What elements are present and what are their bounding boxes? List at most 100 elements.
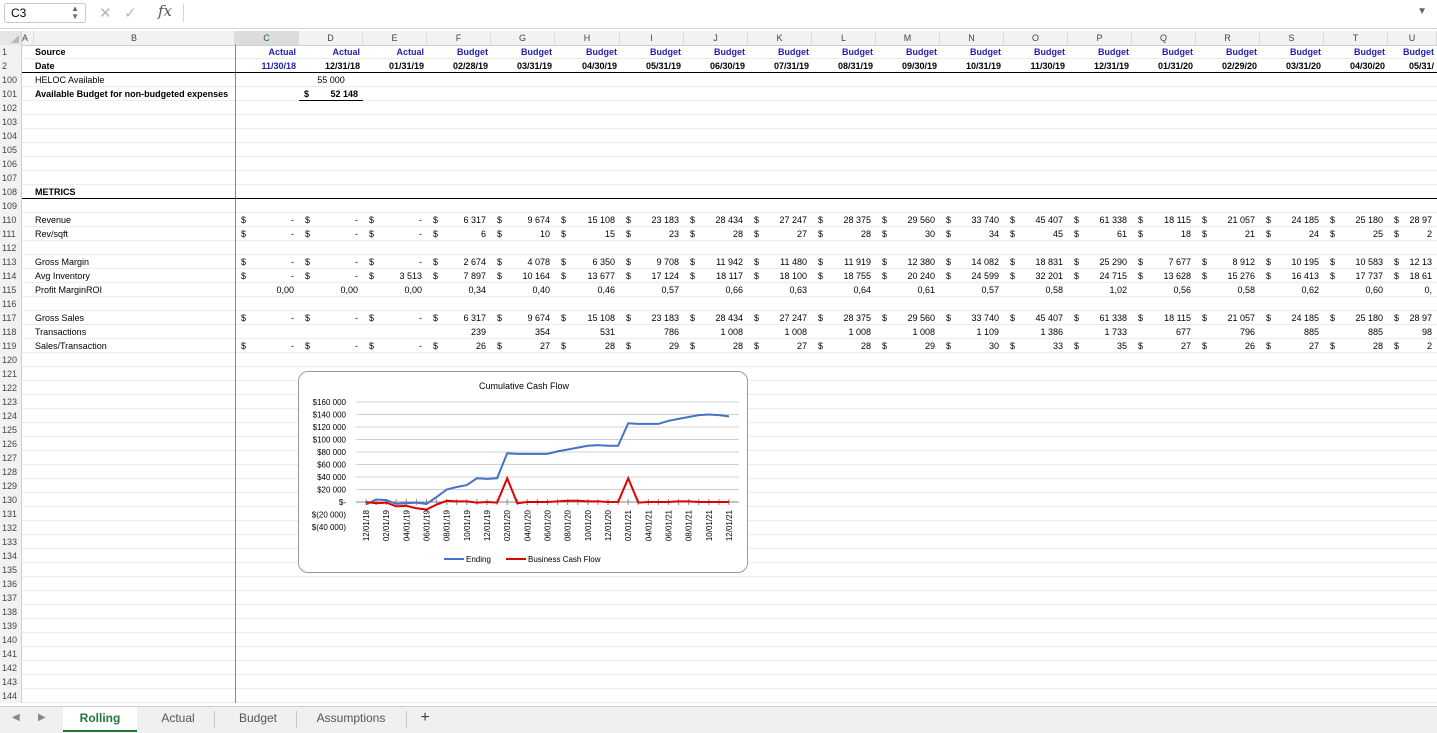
column-header-n[interactable]: N [940,31,1004,45]
row-header[interactable]: 137 [0,591,22,605]
column-header-a[interactable]: A [22,31,34,45]
add-sheet-button[interactable]: + [412,707,438,732]
fx-icon[interactable]: fx [158,2,172,20]
row-header[interactable]: 126 [0,437,22,451]
row-header[interactable]: 113 [0,255,22,269]
tab-assumptions[interactable]: Assumptions [300,707,402,732]
cumulative-cash-flow-chart[interactable]: Cumulative Cash Flow $160 000 $140 000 $120… [298,371,748,573]
row-header[interactable]: 103 [0,115,22,129]
column-header-l[interactable]: L [812,31,876,45]
column-header-f[interactable]: F [427,31,491,45]
row-header[interactable]: 142 [0,661,22,675]
row-header[interactable]: 127 [0,451,22,465]
row-header[interactable]: 116 [0,297,22,311]
row-header[interactable]: 104 [0,129,22,143]
row-header[interactable]: 1 [0,45,22,59]
profit-margin-roi-value: 0,40 [532,285,550,295]
rev-sqft-value: 45 [1052,229,1063,239]
row-header[interactable]: 143 [0,675,22,689]
source-header: Budget [1354,47,1385,57]
profit-margin-roi-value: 1,02 [1109,285,1127,295]
rev-sqft-value: 30 [924,229,935,239]
row-header[interactable]: 129 [0,479,22,493]
row-header[interactable]: 111 [0,227,22,241]
spreadsheet-grid[interactable]: A B C D E F G H I J K L M N O P Q R S T U 1 2 100 101 102 103 104 10… [0,31,1437,706]
source-header: Budget [1034,47,1065,57]
rev-sqft-value: - [291,229,294,239]
column-header-k[interactable]: K [748,31,812,45]
avg-inventory-label: Avg Inventory [35,271,90,281]
row-header[interactable]: 114 [0,269,22,283]
column-header-s[interactable]: S [1260,31,1324,45]
row-header[interactable]: 121 [0,367,22,381]
row-header[interactable]: 115 [0,283,22,297]
column-header-q[interactable]: Q [1132,31,1196,45]
row-header[interactable]: 117 [0,311,22,325]
row-header[interactable]: 118 [0,325,22,339]
name-box-spinner-icon[interactable]: ▲ ▼ [71,5,79,21]
row-header[interactable]: 144 [0,689,22,703]
column-header-p[interactable]: P [1068,31,1132,45]
row-header[interactable]: 136 [0,577,22,591]
column-header-m[interactable]: M [876,31,940,45]
row-header[interactable]: 112 [0,241,22,255]
row-header[interactable]: 124 [0,409,22,423]
row-header[interactable]: 105 [0,143,22,157]
column-header-j[interactable]: J [684,31,748,45]
source-header: Budget [714,47,745,57]
row-header[interactable]: 133 [0,535,22,549]
row-header[interactable]: 130 [0,493,22,507]
cancel-icon[interactable]: ✕ [99,4,112,22]
column-header-t[interactable]: T [1324,31,1388,45]
row-header[interactable]: 134 [0,549,22,563]
tab-budget[interactable]: Budget [222,707,294,732]
sales-transaction-value: 26 [475,341,486,351]
row-header[interactable]: 106 [0,157,22,171]
row-header[interactable]: 123 [0,395,22,409]
row-header[interactable]: 131 [0,507,22,521]
row-header[interactable]: 138 [0,605,22,619]
column-header-b[interactable]: B [34,31,235,45]
column-header-h[interactable]: H [555,31,620,45]
row-header[interactable]: 122 [0,381,22,395]
row-header[interactable]: 139 [0,619,22,633]
name-box[interactable]: C3 ▲ ▼ [4,3,86,23]
row-header[interactable]: 100 [0,73,22,87]
tab-rolling[interactable]: Rolling [63,707,137,732]
column-header-o[interactable]: O [1004,31,1068,45]
column-header-g[interactable]: G [491,31,555,45]
row-header[interactable]: 102 [0,101,22,115]
row-header[interactable]: 2 [0,59,22,73]
row-header[interactable]: 101 [0,87,22,101]
tab-actual[interactable]: Actual [141,707,215,732]
row-header[interactable]: 125 [0,423,22,437]
column-header-i[interactable]: I [620,31,684,45]
formula-expand-icon[interactable]: ▼ [1417,6,1427,17]
column-header-d[interactable]: D [299,31,363,45]
row-header[interactable]: 135 [0,563,22,577]
row-header[interactable]: 140 [0,633,22,647]
prev-sheet-icon[interactable]: ◀ [12,712,20,723]
select-all-corner[interactable] [0,31,22,45]
column-header-u[interactable]: U [1388,31,1437,45]
x-tick-label: 10/01/20 [584,509,593,541]
column-header-c[interactable]: C [235,31,299,45]
row-header[interactable]: 128 [0,465,22,479]
row-header[interactable]: 120 [0,353,22,367]
row-header[interactable]: 109 [0,199,22,213]
row-header[interactable]: 132 [0,521,22,535]
gross-sales-value: 33 740 [971,313,999,323]
source-header: Budget [842,47,873,57]
enter-icon[interactable]: ✓ [124,4,137,22]
next-sheet-icon[interactable]: ▶ [38,712,46,723]
column-header-r[interactable]: R [1196,31,1260,45]
column-header-e[interactable]: E [363,31,427,45]
row-header[interactable]: 108 [0,185,22,199]
row-header[interactable]: 141 [0,647,22,661]
row-header[interactable]: 110 [0,213,22,227]
row-header[interactable]: 107 [0,171,22,185]
transactions-value: 885 [1303,327,1319,337]
row-header[interactable]: 119 [0,339,22,353]
formula-input[interactable] [190,5,1390,21]
avg-inventory-value: 15 276 [1227,271,1255,281]
